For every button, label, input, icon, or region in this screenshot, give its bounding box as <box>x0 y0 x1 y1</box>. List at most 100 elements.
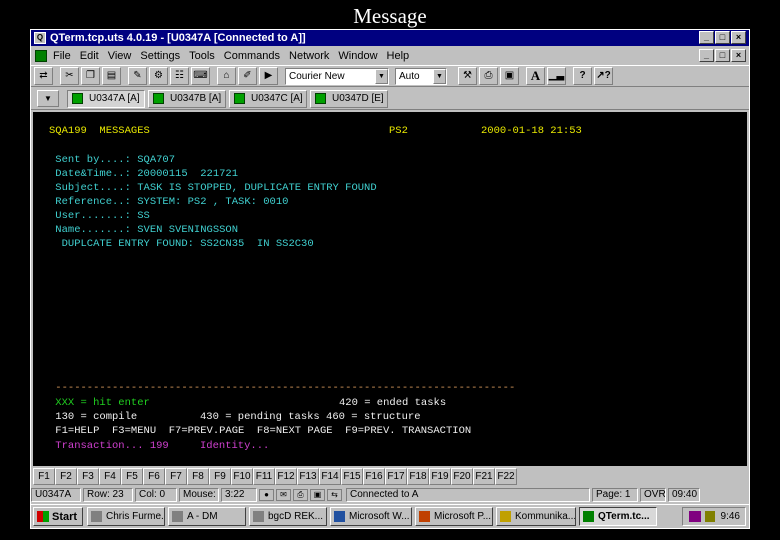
menu-window[interactable]: Window <box>338 50 377 62</box>
screen-header-system: PS2 <box>389 125 408 137</box>
volume-icon[interactable] <box>704 511 715 522</box>
identity-field[interactable]: Identity... <box>200 440 269 453</box>
fkey-f12[interactable]: F12 <box>275 468 297 485</box>
minimize-button[interactable]: _ <box>699 31 714 44</box>
status-ovr: OVR <box>640 488 666 502</box>
menu-file[interactable]: File <box>53 50 71 62</box>
fkey-f18[interactable]: F18 <box>407 468 429 485</box>
menu-tools[interactable]: Tools <box>189 50 215 62</box>
fkey-f11[interactable]: F11 <box>253 468 275 485</box>
transfer-icon[interactable]: ⇆ <box>327 489 342 501</box>
copy-icon[interactable]: ❐ <box>81 67 100 85</box>
taskbar-item-chris-furme[interactable]: Chris Furme... <box>87 507 165 526</box>
macro-icon[interactable]: ✎ <box>128 67 147 85</box>
fkey-f1[interactable]: F1 <box>33 468 55 485</box>
transaction-field[interactable]: Transaction... 199 <box>49 440 168 453</box>
slide-caption: Message <box>353 4 427 28</box>
session-doc-icon[interactable] <box>35 49 47 62</box>
option-ended-tasks: 420 = ended tasks <box>339 397 447 409</box>
connect-icon[interactable]: ⇄ <box>34 67 53 85</box>
fkey-f20[interactable]: F20 <box>451 468 473 485</box>
paste-icon[interactable]: ▤ <box>102 67 121 85</box>
cut-icon[interactable]: ✂ <box>60 67 79 85</box>
fkey-f5[interactable]: F5 <box>121 468 143 485</box>
chevron-down-icon[interactable]: ▼ <box>433 68 446 84</box>
fkey-f10[interactable]: F10 <box>231 468 253 485</box>
status-row: Row: 23 <box>83 488 133 502</box>
taskbar-item-a-dm[interactable]: A - DM <box>168 507 246 526</box>
taskbar-item-microsoft-powerpoint[interactable]: Microsoft P... <box>415 507 493 526</box>
menu-view[interactable]: View <box>108 50 132 62</box>
fkey-f21[interactable]: F21 <box>473 468 495 485</box>
field-datetime: Date&Time..: 20000115 221721 <box>49 168 239 180</box>
screen-header-left: SQA199 MESSAGES <box>49 125 150 137</box>
lock-icon[interactable]: ▣ <box>310 489 325 501</box>
maximize-button[interactable]: □ <box>715 31 730 44</box>
fkey-f4[interactable]: F4 <box>99 468 121 485</box>
powerpoint-icon <box>419 511 430 522</box>
save-icon[interactable]: ▣ <box>500 67 519 85</box>
mail-icon[interactable]: ✉ <box>276 489 291 501</box>
taskbar-item-label: bgcD REK... <box>268 511 324 522</box>
session-tab-label: U0347D [E] <box>332 93 384 104</box>
fkey-f15[interactable]: F15 <box>341 468 363 485</box>
title-bar[interactable]: Q QTerm.tcp.uts 4.0.19 - [U0347A [Connec… <box>31 30 749 46</box>
print-status-icon[interactable]: ⎙ <box>293 489 308 501</box>
fkey-f6[interactable]: F6 <box>143 468 165 485</box>
size-combo[interactable]: Auto ▼ <box>395 67 447 85</box>
child-close-button[interactable]: × <box>731 49 746 62</box>
tools-icon[interactable]: ⚒ <box>458 67 477 85</box>
system-tray: 9:46 <box>682 507 746 526</box>
field-reference: Reference..: SYSTEM: PS2 , TASK: 0010 <box>49 196 289 208</box>
start-button[interactable]: Start <box>33 507 83 526</box>
fkey-f17[interactable]: F17 <box>385 468 407 485</box>
session-tab-u0347b[interactable]: U0347B [A] <box>148 89 226 108</box>
child-minimize-button[interactable]: _ <box>699 49 714 62</box>
app-icon <box>253 511 264 522</box>
child-restore-button[interactable]: □ <box>715 49 730 62</box>
fkey-f19[interactable]: F19 <box>429 468 451 485</box>
fkey-f3[interactable]: F3 <box>77 468 99 485</box>
record-icon[interactable]: ● <box>259 489 274 501</box>
print-icon[interactable]: ⎙ <box>479 67 498 85</box>
session-dropdown[interactable]: ▼ <box>37 90 59 107</box>
network-icon[interactable]: ☷ <box>170 67 189 85</box>
fkey-f22[interactable]: F22 <box>495 468 517 485</box>
taskbar-item-bgcd[interactable]: bgcD REK... <box>249 507 327 526</box>
help-icon[interactable]: ? <box>573 67 592 85</box>
taskbar-item-kommunika[interactable]: Kommunika... <box>496 507 576 526</box>
fkey-f7[interactable]: F7 <box>165 468 187 485</box>
fkey-f9[interactable]: F9 <box>209 468 231 485</box>
tray-app-icon[interactable] <box>688 511 701 522</box>
font-combo-value: Courier New <box>289 70 345 82</box>
menu-settings[interactable]: Settings <box>140 50 180 62</box>
menu-commands[interactable]: Commands <box>224 50 280 62</box>
tray-clock[interactable]: 9:46 <box>721 511 740 522</box>
font-combo[interactable]: Courier New ▼ <box>285 67 389 85</box>
fkey-f8[interactable]: F8 <box>187 468 209 485</box>
taskbar-item-microsoft-word[interactable]: Microsoft W... <box>330 507 412 526</box>
fkey-f13[interactable]: F13 <box>297 468 319 485</box>
settings-icon[interactable]: ⚙ <box>149 67 168 85</box>
close-button[interactable]: × <box>731 31 746 44</box>
menu-help[interactable]: Help <box>387 50 410 62</box>
chart-icon[interactable]: ▁▃ <box>547 67 566 85</box>
edit-icon[interactable]: ✐ <box>238 67 257 85</box>
keyboard-icon[interactable]: ⌨ <box>191 67 210 85</box>
terminal-screen[interactable]: SQA199 MESSAGES PS2 2000-01-18 21:53 Sen… <box>33 112 747 466</box>
fkey-f14[interactable]: F14 <box>319 468 341 485</box>
font-icon[interactable]: A <box>526 67 545 85</box>
session-tab-u0347a[interactable]: U0347A [A] <box>67 89 145 108</box>
option-hit-enter: XXX = hit enter <box>49 397 150 409</box>
fkey-f16[interactable]: F16 <box>363 468 385 485</box>
play-icon[interactable]: ▶ <box>259 67 278 85</box>
session-tab-u0347d[interactable]: U0347D [E] <box>310 89 388 108</box>
menu-network[interactable]: Network <box>289 50 329 62</box>
taskbar-item-qterm[interactable]: QTerm.tc... <box>579 507 657 526</box>
home-icon[interactable]: ⌂ <box>217 67 236 85</box>
menu-edit[interactable]: Edit <box>80 50 99 62</box>
session-tab-u0347c[interactable]: U0347C [A] <box>229 89 307 108</box>
fkey-f2[interactable]: F2 <box>55 468 77 485</box>
context-help-icon[interactable]: ↗? <box>594 67 613 85</box>
chevron-down-icon[interactable]: ▼ <box>375 68 388 84</box>
